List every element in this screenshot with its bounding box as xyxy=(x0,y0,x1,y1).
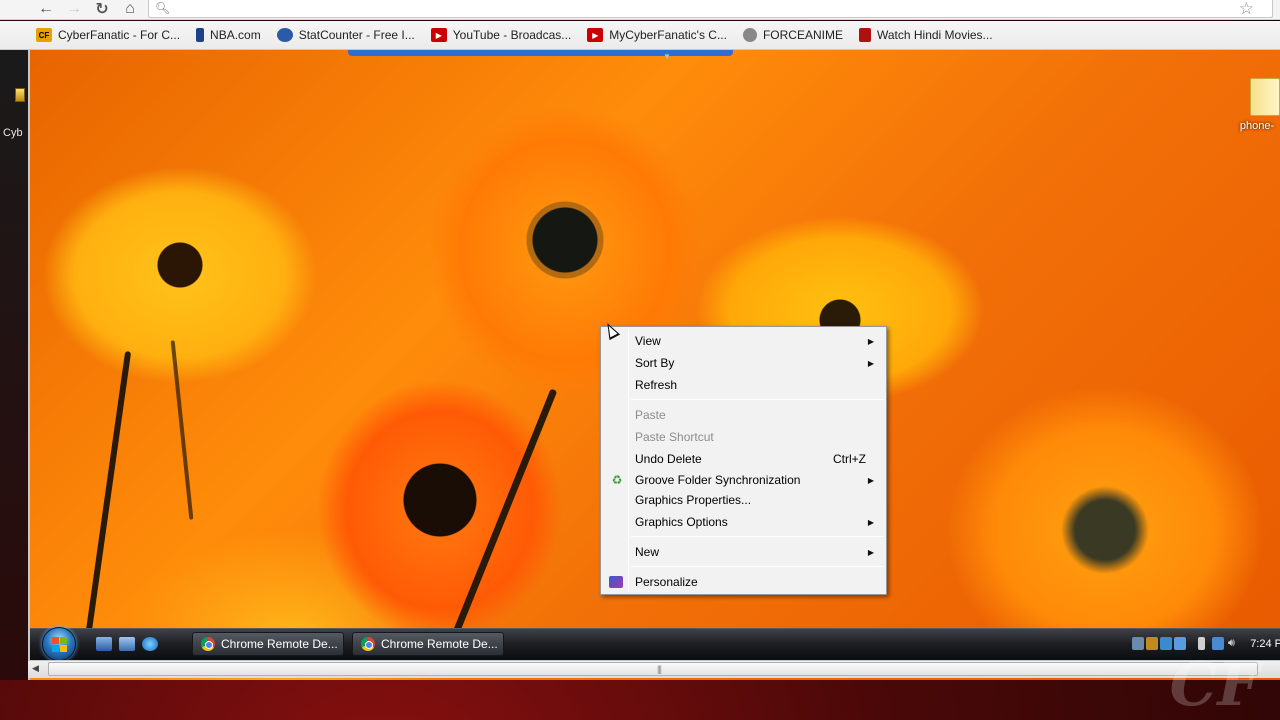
bookmark-label: StatCounter - Free I... xyxy=(298,28,415,42)
menu-item-label: Sort By xyxy=(635,356,675,370)
battery-icon[interactable] xyxy=(1198,637,1205,650)
menu-item-graphics-options[interactable]: Graphics Options ▶ xyxy=(603,511,884,533)
back-icon[interactable]: ← xyxy=(36,0,56,18)
tray-network-icon[interactable] xyxy=(1132,637,1144,650)
bookmark-label: YouTube - Broadcas... xyxy=(452,28,572,42)
bookmark-forceanime[interactable]: FORCEANIME xyxy=(742,28,843,42)
personalize-icon xyxy=(609,576,623,588)
desktop-folder[interactable]: phone- xyxy=(1234,78,1280,132)
bookmark-label: CyberFanatic - For C... xyxy=(58,28,181,42)
taskbar-clock[interactable]: 7:24 P xyxy=(1250,638,1280,650)
bookmark-cyberfanatic[interactable]: CF CyberFanatic - For C... xyxy=(36,28,180,42)
menu-item-paste: Paste xyxy=(603,404,884,426)
bookmark-youtube-broadcast[interactable]: ▶ YouTube - Broadcas... xyxy=(430,28,572,42)
menu-item-graphics-properties[interactable]: Graphics Properties... xyxy=(603,489,884,511)
menu-item-label: Graphics Properties... xyxy=(635,493,752,507)
tray-app-icon[interactable] xyxy=(1146,637,1158,650)
forward-icon[interactable]: → xyxy=(64,0,84,18)
menu-item-label: Refresh xyxy=(635,378,678,392)
host-desktop-icon[interactable] xyxy=(15,88,25,102)
menu-item-personalize[interactable]: Personalize xyxy=(603,571,884,593)
scrollbar-thumb[interactable]: ||| xyxy=(48,662,1258,676)
windows-logo-icon xyxy=(52,637,68,653)
scrollbar-grip-icon: ||| xyxy=(657,664,662,674)
menu-item-new[interactable]: New ▶ xyxy=(603,541,884,563)
start-button[interactable] xyxy=(42,627,76,661)
nba-icon xyxy=(196,28,205,42)
bookmark-nba[interactable]: NBA.com xyxy=(196,28,261,42)
menu-separator xyxy=(631,536,884,537)
taskbar: Chrome Remote De... Chrome Remote De... … xyxy=(30,627,1280,661)
folder-icon xyxy=(1250,78,1280,116)
menu-item-paste-shortcut: Paste Shortcut xyxy=(603,426,884,448)
menu-item-shortcut: Ctrl+Z xyxy=(833,452,866,466)
chrome-icon xyxy=(201,637,215,651)
reload-icon[interactable]: ↻ xyxy=(92,0,112,18)
bookmark-hindi-movies[interactable]: Watch Hindi Movies... xyxy=(858,28,993,42)
taskbar-item-label: Chrome Remote De... xyxy=(221,637,338,651)
host-desktop-icon-label: Cyb xyxy=(3,127,23,139)
statcounter-icon xyxy=(276,28,293,42)
menu-item-label: Undo Delete xyxy=(635,452,702,466)
internet-explorer-icon[interactable] xyxy=(142,637,158,651)
menu-item-undo-delete[interactable]: Undo Delete Ctrl+Z xyxy=(603,448,884,470)
scroll-left-icon[interactable]: ◀ xyxy=(32,663,39,674)
remote-session-tab[interactable] xyxy=(348,50,733,56)
menu-item-refresh[interactable]: Refresh xyxy=(603,374,884,396)
menu-separator xyxy=(631,566,884,567)
chevron-down-icon[interactable]: ▼ xyxy=(663,52,671,61)
youtube-icon: ▶ xyxy=(587,28,604,42)
taskbar-item-chrome-remote-desktop-2[interactable]: Chrome Remote De... xyxy=(352,632,504,656)
hindi-movies-icon xyxy=(858,28,871,42)
menu-item-label: Paste Shortcut xyxy=(635,430,714,444)
submenu-arrow-icon: ▶ xyxy=(867,547,874,557)
menu-item-view[interactable]: View ▶ xyxy=(603,330,884,352)
menu-item-label: Paste xyxy=(635,408,666,422)
tray-app-icon[interactable] xyxy=(1174,637,1186,650)
desktop-context-menu: View ▶ Sort By ▶ Refresh Paste Paste Sho… xyxy=(600,326,887,595)
remote-desktop-view[interactable]: ▼ phone- Chrome Remote De... Chrome Remo… xyxy=(28,50,1280,680)
taskbar-item-chrome-remote-desktop-1[interactable]: Chrome Remote De... xyxy=(192,632,344,656)
address-bar[interactable]: 🔍︎ ☆ xyxy=(148,0,1273,18)
chrome-icon xyxy=(361,637,375,651)
desktop-folder-label: phone- xyxy=(1239,120,1275,132)
bookmark-mycyberfanatic[interactable]: ▶ MyCyberFanatic's C... xyxy=(587,28,727,42)
bookmark-label: MyCyberFanatic's C... xyxy=(609,28,727,42)
groove-icon: ♻ xyxy=(611,473,623,487)
bookmarks-bar: CF CyberFanatic - For C... NBA.com StatC… xyxy=(0,21,1280,50)
menu-item-label: New xyxy=(635,545,660,559)
bookmark-label: FORCEANIME xyxy=(762,28,843,42)
browser-toolbar: ← → ↻ ⌂ 🔍︎ ☆ xyxy=(0,0,1280,20)
bookmark-statcounter[interactable]: StatCounter - Free I... xyxy=(276,28,415,42)
network-icon[interactable] xyxy=(1212,637,1224,650)
tray-app-icon[interactable] xyxy=(1160,637,1172,650)
host-left-strip xyxy=(0,50,28,680)
submenu-arrow-icon: ▶ xyxy=(867,358,874,368)
volume-icon[interactable]: 🔊︎ xyxy=(1228,637,1240,650)
menu-item-groove-folder-sync[interactable]: ♻ Groove Folder Synchronization ▶ xyxy=(603,469,884,491)
menu-item-label: Groove Folder Synchronization xyxy=(635,473,801,487)
horizontal-scrollbar[interactable]: ◀ ||| xyxy=(28,660,1280,678)
menu-item-label: Personalize xyxy=(635,575,698,589)
youtube-icon: ▶ xyxy=(430,28,447,42)
switch-windows-icon[interactable] xyxy=(119,637,135,651)
bookmark-label: NBA.com xyxy=(210,28,261,42)
menu-separator xyxy=(631,399,884,400)
bookmark-label: Watch Hindi Movies... xyxy=(876,28,993,42)
submenu-arrow-icon: ▶ xyxy=(867,517,874,527)
submenu-arrow-icon: ▶ xyxy=(867,475,874,485)
submenu-arrow-icon: ▶ xyxy=(867,336,874,346)
show-desktop-icon[interactable] xyxy=(96,637,112,651)
menu-item-label: View xyxy=(635,334,661,348)
cf-watermark-logo: CF xyxy=(1169,650,1260,720)
taskbar-item-label: Chrome Remote De... xyxy=(381,637,498,651)
menu-item-sort-by[interactable]: Sort By ▶ xyxy=(603,352,884,374)
cf-icon: CF xyxy=(36,28,52,42)
home-icon[interactable]: ⌂ xyxy=(120,0,140,18)
forceanime-icon xyxy=(742,28,757,42)
search-icon: 🔍︎ xyxy=(155,1,171,15)
menu-item-label: Graphics Options xyxy=(635,515,728,529)
bookmark-star-icon[interactable]: ☆ xyxy=(1239,0,1254,19)
